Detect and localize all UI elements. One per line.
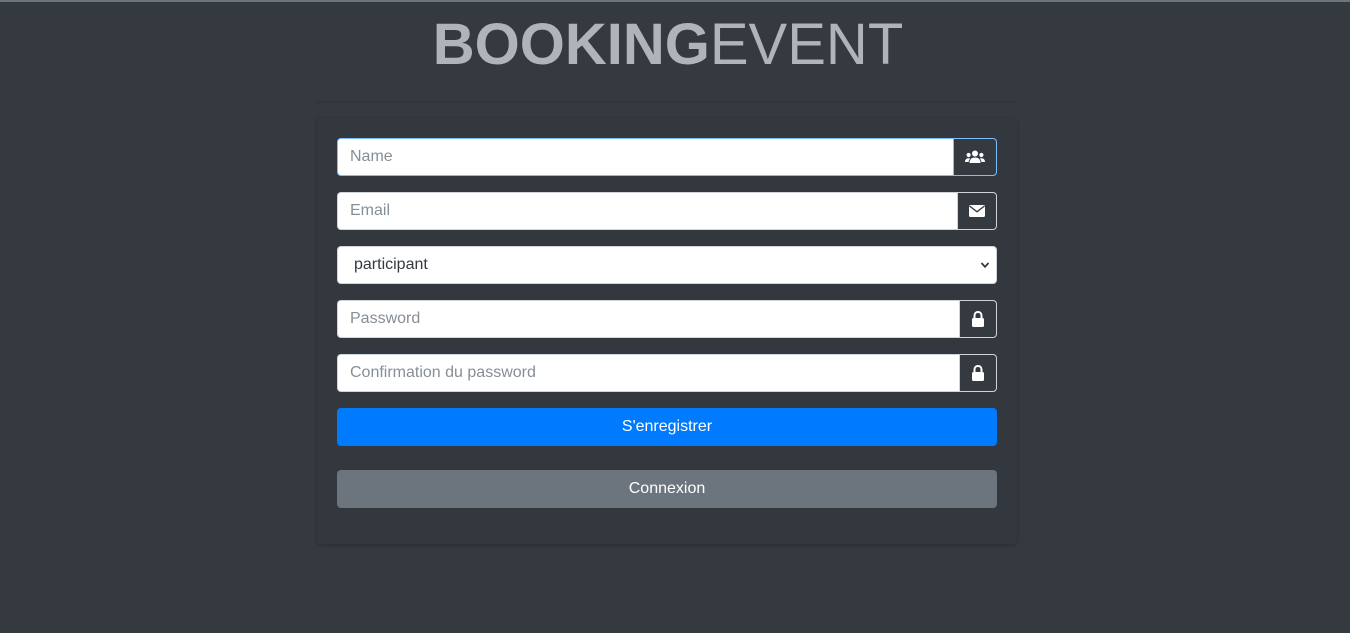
email-field-group	[337, 192, 997, 230]
password-field-group	[337, 300, 997, 338]
name-field-group	[337, 138, 997, 176]
password-confirm-input[interactable]	[337, 354, 959, 392]
login-button[interactable]: Connexion	[337, 470, 997, 508]
users-icon	[953, 138, 997, 176]
lock-icon	[959, 300, 997, 338]
role-select[interactable]: participant	[337, 246, 997, 284]
logo-bold-text: BOOKING	[432, 12, 710, 77]
password-confirm-field-group	[337, 354, 997, 392]
envelope-icon	[957, 192, 997, 230]
brand-logo: BOOKINGEVENT	[0, 10, 1336, 80]
name-input[interactable]	[337, 138, 953, 176]
role-selected-value: participant	[354, 256, 428, 273]
chevron-down-icon	[980, 262, 990, 269]
register-form: participant S'enregistrer Connexion	[317, 118, 1017, 544]
card-top-divider	[317, 101, 1017, 103]
logo-light-text: EVENT	[709, 12, 904, 77]
register-button[interactable]: S'enregistrer	[337, 408, 997, 446]
top-border	[0, 0, 1350, 2]
lock-icon	[959, 354, 997, 392]
email-input[interactable]	[337, 192, 957, 230]
password-input[interactable]	[337, 300, 959, 338]
